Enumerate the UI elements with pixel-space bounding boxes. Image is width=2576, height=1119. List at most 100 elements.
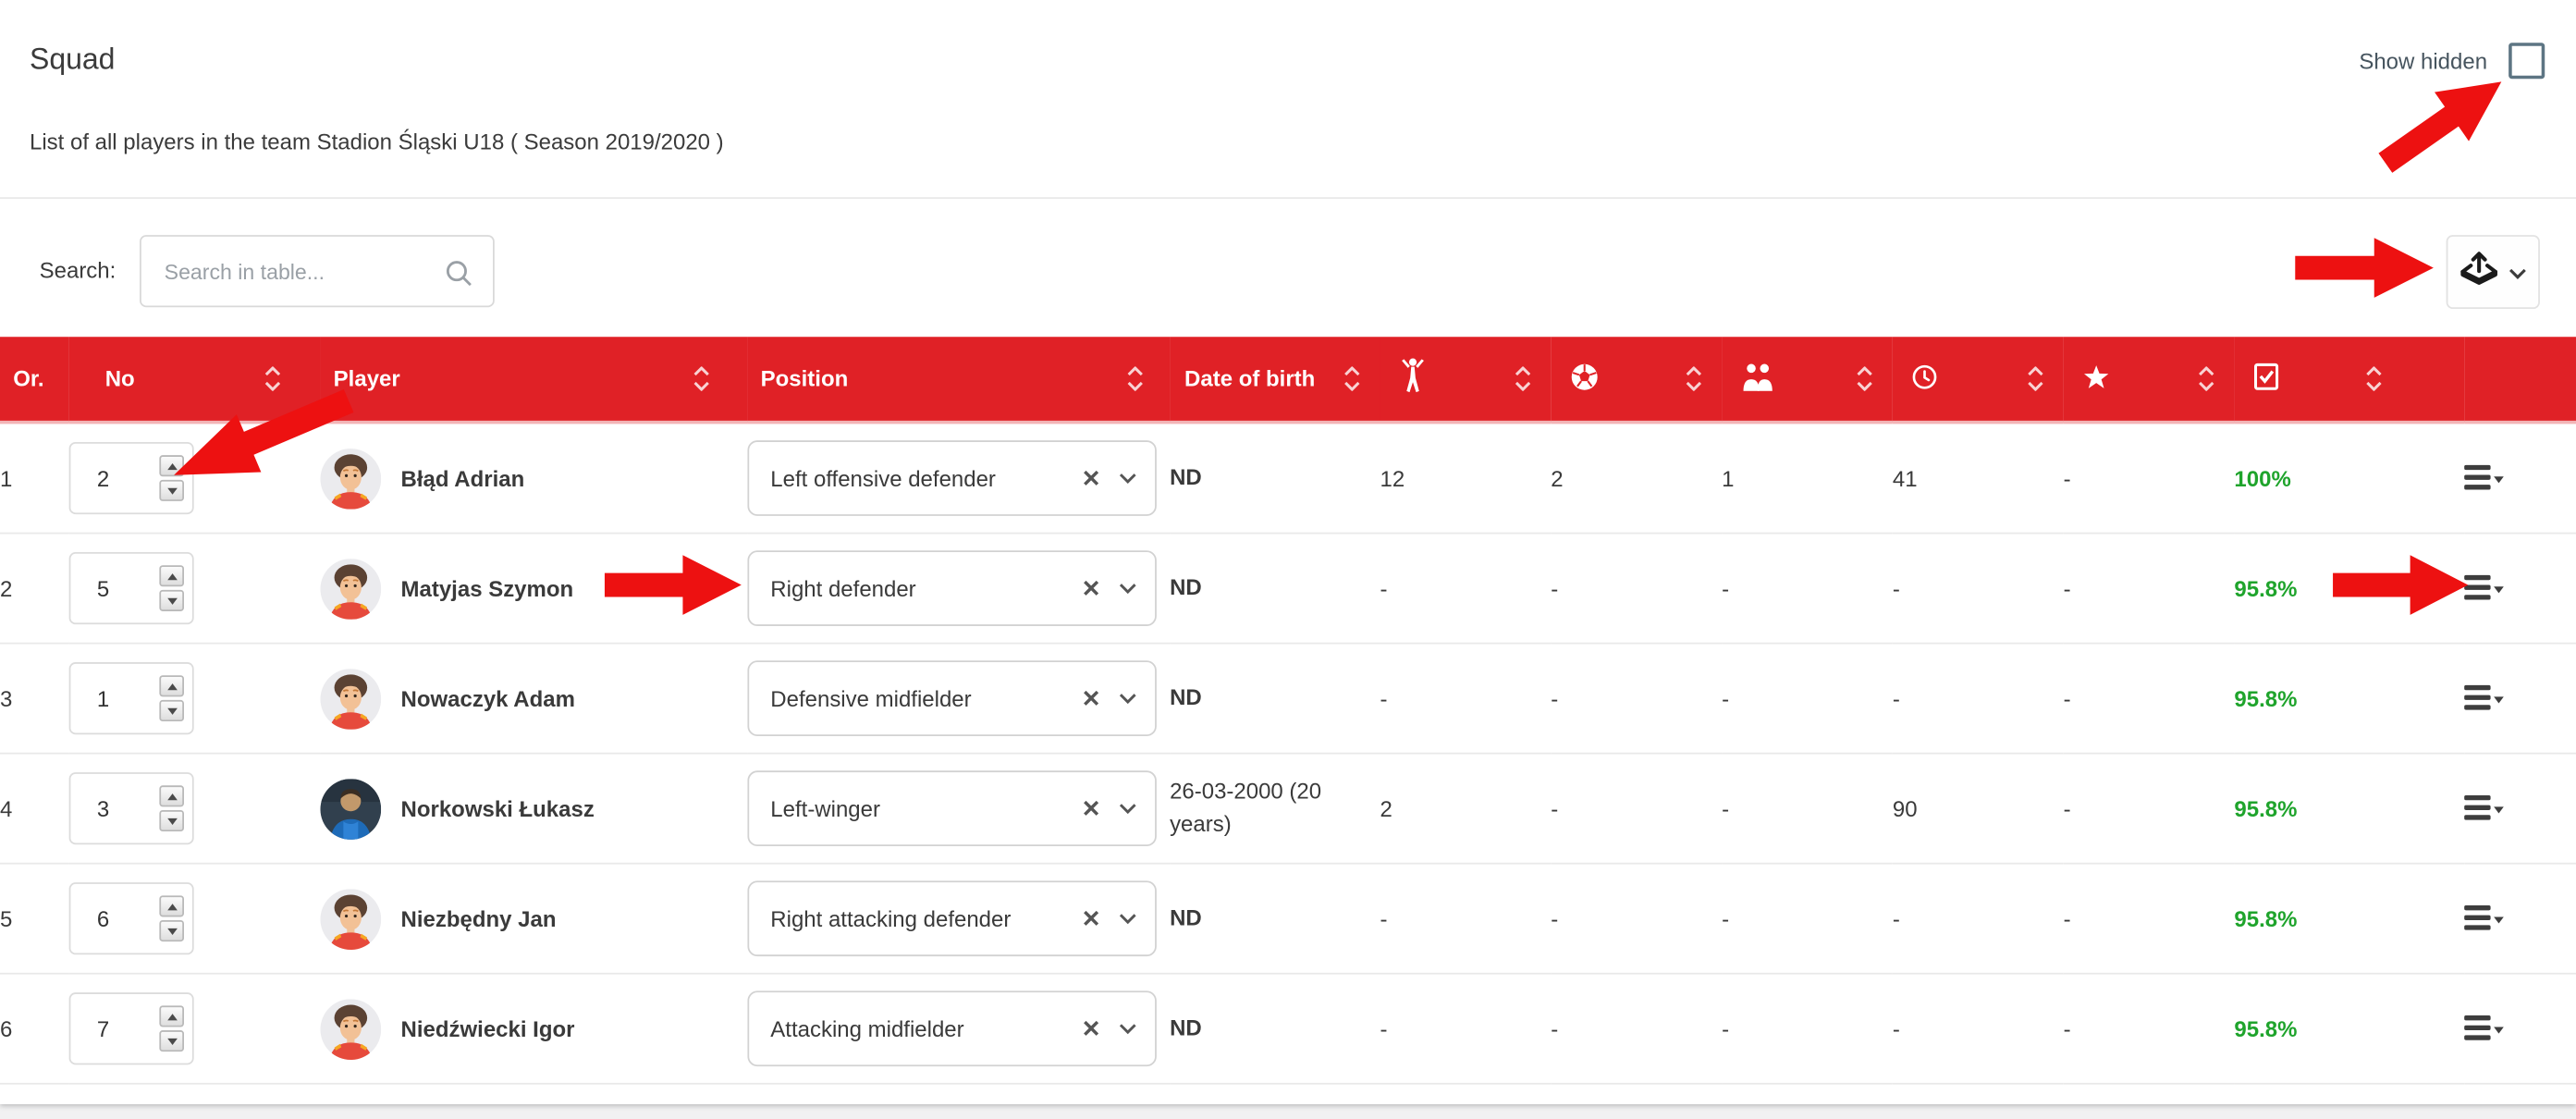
column-header-goals[interactable] (1551, 337, 1722, 422)
stepper-down-button[interactable] (159, 810, 184, 831)
stepper-up-button[interactable] (159, 675, 184, 696)
position-value: Left offensive defender (749, 466, 996, 491)
number-stepper (159, 785, 184, 831)
cell-attendance: 95.8% (2234, 754, 2464, 864)
clear-icon[interactable]: ✕ (1082, 1017, 1101, 1040)
stepper-down-button[interactable] (159, 590, 184, 611)
cell-player: Błąd Adrian (320, 423, 747, 534)
clear-icon[interactable]: ✕ (1082, 687, 1101, 710)
column-header-rating[interactable] (2064, 337, 2235, 422)
table-row: 4 (0, 754, 2576, 864)
stepper-down-button[interactable] (159, 920, 184, 941)
position-select[interactable]: Left-winger ✕ (747, 770, 1156, 846)
row-menu-button[interactable] (2464, 905, 2504, 931)
shirt-number-input[interactable] (69, 662, 194, 734)
sort-icon (693, 366, 710, 391)
shirt-number-input[interactable] (69, 882, 194, 954)
chevron-down-icon[interactable] (1119, 583, 1137, 594)
cell-date-of-birth: 26-03-2000 (20 years) (1170, 754, 1380, 864)
shirt-number-input[interactable] (69, 552, 194, 624)
stepper-down-button[interactable] (159, 700, 184, 721)
row-menu-button[interactable] (2464, 795, 2504, 821)
column-header-assists[interactable] (1722, 337, 1893, 422)
cell-order: 5 (0, 864, 69, 974)
cell-date-of-birth: ND (1170, 534, 1380, 644)
cell-rating: - (2064, 534, 2235, 644)
chevron-down-icon[interactable] (1119, 913, 1137, 924)
cell-number (69, 974, 321, 1084)
cell-position: Left offensive defender ✕ (747, 423, 1170, 534)
cell-order: 2 (0, 534, 69, 644)
column-header-player[interactable]: Player (320, 337, 747, 422)
player-avatar (320, 668, 381, 729)
position-select[interactable]: Left offensive defender ✕ (747, 440, 1156, 516)
row-menu-button[interactable] (2464, 575, 2504, 601)
column-header-position[interactable]: Position (747, 337, 1170, 422)
chevron-down-icon[interactable] (1119, 473, 1137, 484)
clear-icon[interactable]: ✕ (1082, 907, 1101, 930)
column-header-number[interactable]: No (69, 337, 321, 422)
row-menu-button[interactable] (2464, 1015, 2504, 1041)
cell-assists: - (1722, 534, 1893, 644)
shirt-number-input[interactable] (69, 772, 194, 844)
cell-date-of-birth: ND (1170, 974, 1380, 1084)
player-avatar (320, 448, 381, 509)
cell-goals: 2 (1551, 423, 1722, 534)
cell-goals: - (1551, 974, 1722, 1084)
cell-player: Niedźwiecki Igor (320, 974, 747, 1084)
shirt-number-input[interactable] (69, 992, 194, 1064)
clock-icon (1912, 364, 1937, 394)
search-label: Search: (40, 258, 117, 283)
clear-icon[interactable]: ✕ (1082, 577, 1101, 600)
sort-icon (2366, 366, 2383, 391)
player-avatar (320, 888, 381, 949)
caret-down-icon (2494, 696, 2504, 703)
cell-actions (2464, 534, 2576, 644)
stepper-up-button[interactable] (159, 1005, 184, 1027)
row-menu-button[interactable] (2464, 685, 2504, 711)
shirt-number-input[interactable] (69, 442, 194, 514)
column-header-matches[interactable] (1380, 337, 1551, 422)
row-menu-button[interactable] (2464, 465, 2504, 491)
chevron-down-icon[interactable] (1119, 693, 1137, 704)
export-button[interactable] (2447, 235, 2540, 309)
position-select[interactable]: Right attacking defender ✕ (747, 880, 1156, 956)
sort-icon (2198, 366, 2214, 391)
caret-down-icon (2494, 806, 2504, 813)
position-value: Right attacking defender (749, 906, 1011, 931)
clear-icon[interactable]: ✕ (1082, 797, 1101, 820)
column-header-minutes[interactable] (1893, 337, 2064, 422)
stepper-up-button[interactable] (159, 785, 184, 806)
search-input[interactable] (141, 237, 493, 306)
position-select[interactable]: Defensive midfielder ✕ (747, 660, 1156, 736)
position-select[interactable]: Right defender ✕ (747, 550, 1156, 626)
cell-date-of-birth: ND (1170, 644, 1380, 754)
cell-goals: - (1551, 644, 1722, 754)
page: Squad List of all players in the team St… (0, 0, 2576, 1119)
cell-date-of-birth: ND (1170, 423, 1380, 534)
stepper-down-button[interactable] (159, 480, 184, 501)
two-players-icon (1741, 363, 1774, 396)
cell-date-of-birth: ND (1170, 864, 1380, 974)
chevron-down-icon[interactable] (1119, 803, 1137, 814)
cell-attendance: 95.8% (2234, 644, 2464, 754)
column-header-date-of-birth[interactable]: Date of birth (1170, 337, 1380, 422)
cell-matches: - (1380, 974, 1551, 1084)
show-hidden-checkbox[interactable] (2509, 43, 2545, 79)
cell-minutes: - (1893, 644, 2064, 754)
number-stepper (159, 1005, 184, 1051)
cell-order: 3 (0, 644, 69, 754)
position-select[interactable]: Attacking midfielder ✕ (747, 990, 1156, 1066)
chevron-down-icon[interactable] (1119, 1023, 1137, 1034)
stepper-up-button[interactable] (159, 455, 184, 476)
sort-icon (264, 366, 281, 391)
page-subtitle: List of all players in the team Stadion … (30, 129, 724, 154)
stepper-up-button[interactable] (159, 565, 184, 586)
stepper-down-button[interactable] (159, 1030, 184, 1051)
cell-actions (2464, 864, 2576, 974)
table-row: 2 (0, 534, 2576, 644)
cell-position: Defensive midfielder ✕ (747, 644, 1170, 754)
stepper-up-button[interactable] (159, 895, 184, 916)
column-header-attendance[interactable] (2234, 337, 2464, 422)
clear-icon[interactable]: ✕ (1082, 467, 1101, 490)
